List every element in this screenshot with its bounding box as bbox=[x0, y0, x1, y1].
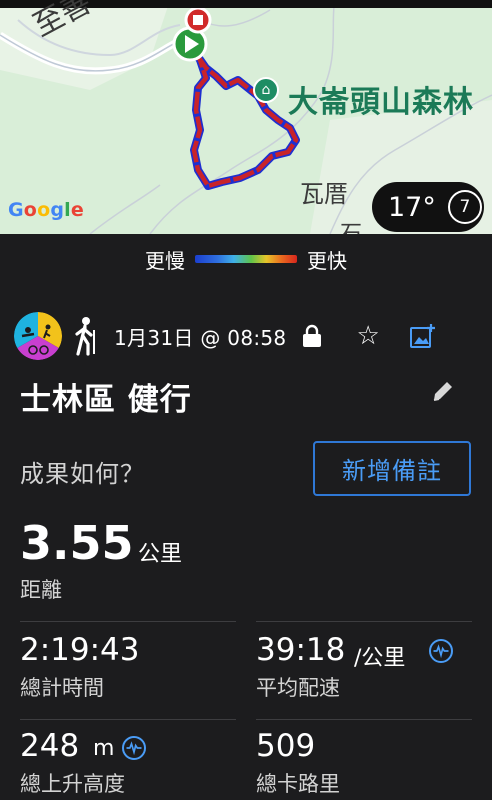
map-park-label: 大崙頭山森林 bbox=[288, 85, 474, 120]
stats-divider bbox=[20, 719, 236, 720]
wind-icon: 7 bbox=[447, 190, 482, 224]
pace-chart-icon[interactable] bbox=[429, 639, 453, 663]
hiking-icon bbox=[75, 317, 95, 356]
pace-slower-label: 更慢 bbox=[145, 248, 185, 273]
stats-divider bbox=[20, 621, 236, 622]
elevation-gain-value: 248 bbox=[20, 728, 80, 764]
park-marker-icon[interactable]: ⌂ bbox=[253, 77, 279, 103]
avg-pace-value: 39:18 bbox=[256, 632, 346, 668]
wind-speed: 7 bbox=[459, 197, 471, 217]
total-time-value: 2:19:43 bbox=[20, 632, 140, 668]
weather-badge[interactable]: 17° 7 bbox=[372, 182, 484, 232]
weather-temperature: 17° bbox=[388, 191, 436, 223]
total-time-label: 總計時間 bbox=[20, 676, 104, 700]
multisport-icon bbox=[14, 312, 62, 360]
map-partial-label: 石 bbox=[340, 216, 362, 234]
elevation-gain-label: 總上升高度 bbox=[20, 772, 125, 796]
privacy-lock-icon[interactable] bbox=[302, 324, 322, 348]
add-note-button[interactable]: 新增備註 bbox=[313, 441, 471, 496]
elevation-gain-unit: m bbox=[93, 736, 115, 761]
stats-divider bbox=[256, 719, 472, 720]
stats-divider bbox=[256, 621, 472, 622]
distance-unit: 公里 bbox=[138, 542, 183, 567]
distance-label: 距離 bbox=[20, 578, 62, 602]
activity-map[interactable]: 至善 ⌂ 大崙頭山森林 瓦厝 石 Google 17° 7 bbox=[0, 0, 492, 234]
calories-label: 總卡路里 bbox=[256, 772, 340, 796]
google-logo: Google bbox=[8, 199, 84, 221]
pace-gradient-bar bbox=[195, 255, 297, 263]
add-photo-icon[interactable] bbox=[409, 323, 436, 349]
edit-pencil-icon[interactable] bbox=[430, 378, 456, 404]
elevation-chart-icon[interactable] bbox=[122, 736, 146, 760]
pace-faster-label: 更快 bbox=[307, 248, 347, 273]
activity-title: 士林區 健行 bbox=[20, 382, 192, 418]
distance-value: 3.55 bbox=[20, 516, 134, 570]
map-town-label: 瓦厝 bbox=[300, 180, 348, 208]
avg-pace-label: 平均配速 bbox=[256, 676, 340, 700]
activity-header-row: 1月31日 @ 08:58 ☆ bbox=[14, 312, 480, 360]
favorite-star-icon[interactable]: ☆ bbox=[356, 321, 379, 351]
avg-pace-unit: /公里 bbox=[354, 646, 406, 671]
calories-value: 509 bbox=[256, 728, 316, 764]
notes-prompt: 成果如何？ bbox=[20, 460, 145, 488]
pace-legend: 更慢 更快 bbox=[0, 234, 492, 284]
activity-date: 1月31日 @ 08:58 bbox=[114, 325, 287, 350]
